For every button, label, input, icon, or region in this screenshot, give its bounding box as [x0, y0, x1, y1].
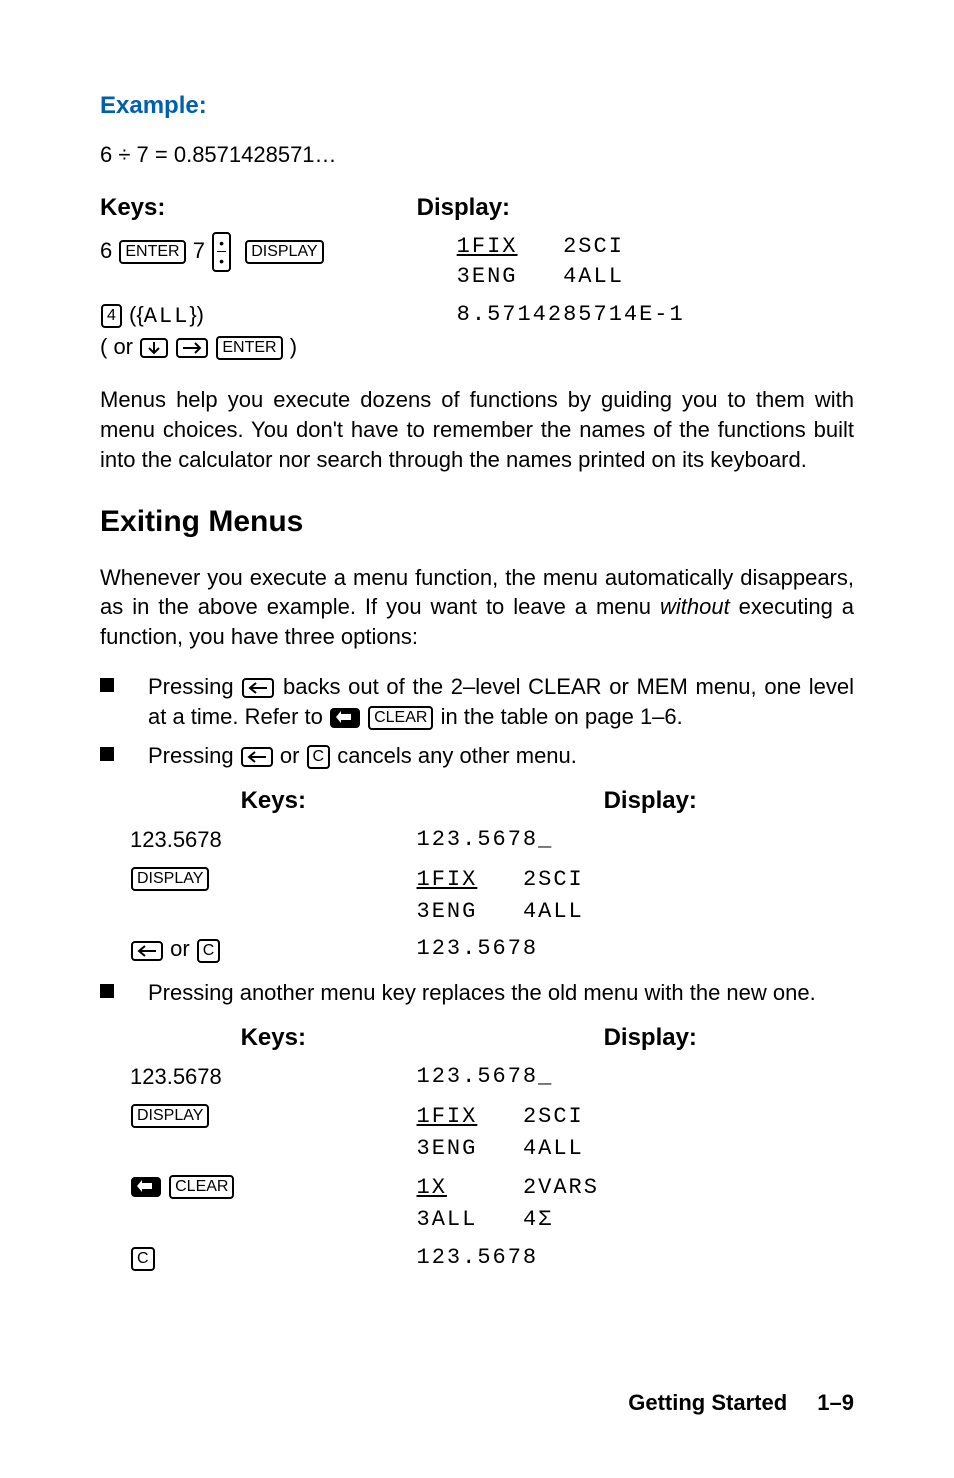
text-or-close: ) — [284, 334, 297, 359]
disp-t3-r4: 123.5678 — [417, 1239, 884, 1277]
c-key: C — [307, 745, 331, 769]
exiting-menus-heading: Exiting Menus — [100, 502, 854, 543]
keys-t3-r4: C — [130, 1239, 417, 1277]
menu-1fix: 1FIX — [457, 234, 518, 259]
four-key: 4 — [101, 304, 122, 328]
menu-explanation-paragraph: Menus help you execute dozens of functio… — [100, 385, 854, 474]
text-7: 7 — [187, 238, 211, 263]
keys-display-table-2: Keys: Display: 123.5678 123.5678_ DISPLA… — [130, 781, 884, 968]
footer-section: Getting Started — [628, 1390, 787, 1415]
disp-t3-r3: 1X 2VARS 3ALL 4Σ — [417, 1167, 884, 1238]
bullet-3: Pressing another menu key replaces the o… — [100, 978, 854, 1008]
text-all-close: }) — [189, 302, 204, 327]
menu-4all: 4ALL — [563, 264, 624, 289]
t2-3eng: 3ENG — [417, 899, 478, 924]
t3-3eng: 3ENG — [417, 1136, 478, 1161]
enter-key: ENTER — [119, 240, 185, 264]
keys-t3-r1: 123.5678 — [130, 1058, 417, 1096]
example-heading: Example: — [100, 90, 854, 122]
b2-text-a: Pressing — [148, 743, 240, 768]
keys-t3-r2: DISPLAY — [130, 1096, 417, 1167]
bullet-2: Pressing or C cancels any other menu. — [100, 741, 854, 771]
clear-key: CLEAR — [368, 706, 433, 730]
display-header: Display: — [417, 188, 854, 228]
bullet-1: Pressing backs out of the 2–level CLEAR … — [100, 672, 854, 731]
para2-italic: without — [660, 594, 730, 619]
display-key-2: DISPLAY — [131, 867, 209, 891]
b1-text-a: Pressing — [148, 674, 241, 699]
options-list-2: Pressing another menu key replaces the o… — [100, 978, 854, 1008]
t3-1fix: 1FIX — [417, 1104, 478, 1129]
keys-display-table-3: Keys: Display: 123.5678 123.5678_ DISPLA… — [130, 1018, 884, 1277]
t3-2vars: 2VARS — [523, 1175, 599, 1200]
display-header-2: Display: — [417, 781, 884, 821]
t3-2sci: 2SCI — [523, 1104, 584, 1129]
disp-t3-r2: 1FIX 2SCI 3ENG 4ALL — [417, 1096, 884, 1167]
keys-header-2: Keys: — [130, 781, 417, 821]
back-arrow-key-icon-2 — [241, 747, 273, 767]
keys-t2-r1: 123.5678 — [130, 821, 417, 859]
divide-key: •• — [212, 232, 231, 272]
footer-page-number: 1–9 — [817, 1390, 854, 1415]
t3-3all: 3ALL — [417, 1207, 478, 1232]
disp-t2-r3: 123.5678 — [417, 930, 884, 968]
result-value: 8.5714285714E-1 — [417, 300, 854, 330]
c-key-3: C — [131, 1247, 155, 1271]
keys-row-2: 4 ({ALL}) ( or ENTER ) — [100, 296, 417, 365]
b2-text-b: cancels any other menu. — [331, 743, 577, 768]
t2-1fix: 1FIX — [417, 867, 478, 892]
back-arrow-key-icon — [242, 678, 274, 698]
display-row-2: 8.5714285714E-1 — [417, 296, 854, 365]
keys-header: Keys: — [100, 188, 417, 228]
clear-key-2: CLEAR — [169, 1175, 234, 1199]
t3-4all: 4ALL — [523, 1136, 584, 1161]
t2-or: or — [164, 936, 196, 961]
display-row-1: 1FIX 2SCI 3ENG 4ALL — [417, 228, 854, 295]
right-arrow-key — [176, 338, 208, 358]
c-key-2: C — [197, 939, 221, 963]
display-header-3: Display: — [417, 1018, 884, 1058]
keys-t2-r3: or C — [130, 930, 417, 968]
page-footer: Getting Started 1–9 — [628, 1388, 854, 1418]
t2-2sci: 2SCI — [523, 867, 584, 892]
b1-text-c: in the table on page 1–6. — [434, 704, 682, 729]
shift-key-icon — [330, 708, 360, 728]
keys-t2-r2: DISPLAY — [130, 859, 417, 930]
options-list: Pressing backs out of the 2–level CLEAR … — [100, 672, 854, 771]
disp-t2-r1: 123.5678_ — [417, 821, 884, 859]
menu-2sci: 2SCI — [563, 234, 624, 259]
keys-header-3: Keys: — [130, 1018, 417, 1058]
keys-row-1: 6 ENTER 7 •• DISPLAY — [100, 228, 417, 295]
t2-4all: 4ALL — [523, 899, 584, 924]
t3-1x: 1X — [417, 1175, 447, 1200]
exiting-intro-paragraph: Whenever you execute a menu function, th… — [100, 563, 854, 652]
display-key: DISPLAY — [245, 240, 323, 264]
keys-t3-r3: CLEAR — [130, 1167, 417, 1238]
text-6: 6 — [100, 238, 118, 263]
display-key-3: DISPLAY — [131, 1104, 209, 1128]
text-or-open: ( or — [100, 334, 139, 359]
menu-3eng: 3ENG — [457, 264, 518, 289]
shift-key-icon-2 — [131, 1177, 161, 1197]
b2-or: or — [274, 743, 306, 768]
text-all-open: ({ — [123, 302, 144, 327]
back-arrow-key-icon-3 — [131, 941, 163, 961]
example-equation: 6 ÷ 7 = 0.8571428571… — [100, 140, 854, 170]
t3-4sigma: 4Σ — [523, 1207, 553, 1232]
text-all: ALL — [144, 304, 190, 329]
enter-key-2: ENTER — [216, 336, 282, 360]
keys-display-table-1: Keys: Display: 6 ENTER 7 •• DISPLAY 1FIX… — [100, 188, 854, 365]
disp-t2-r2: 1FIX 2SCI 3ENG 4ALL — [417, 859, 884, 930]
disp-t3-r1: 123.5678_ — [417, 1058, 884, 1096]
down-arrow-key — [140, 338, 168, 358]
